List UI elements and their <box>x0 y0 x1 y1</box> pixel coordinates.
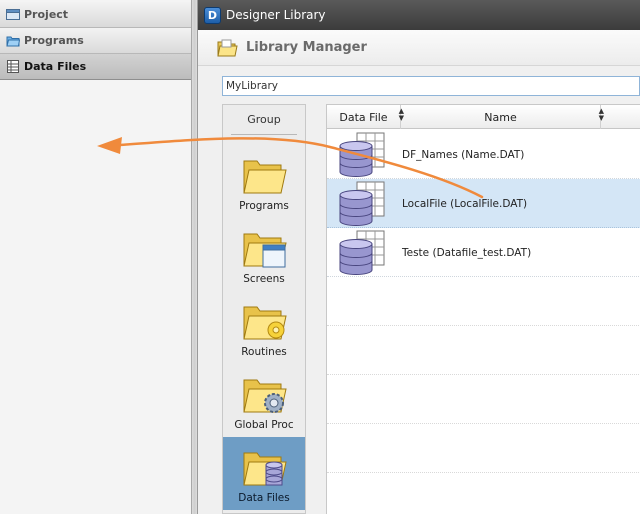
page-header: Library Manager <box>198 30 640 66</box>
programs-folder-icon <box>6 36 20 47</box>
database-icon <box>339 230 385 275</box>
library-name-field[interactable]: MyLibrary <box>222 76 640 96</box>
nav-item-label: Project <box>24 8 69 21</box>
grid-header: Data File ▲ ▼ Name ▲ ▼ <box>327 105 640 129</box>
nav-item-project[interactable]: Project <box>0 2 191 28</box>
group-item-programs[interactable]: Programs <box>223 145 305 218</box>
row-name: Teste (Datafile_test.DAT) <box>402 246 532 259</box>
group-item-screens[interactable]: Screens <box>223 218 305 291</box>
column-header-label: Data File <box>339 110 388 124</box>
column-header-data-file[interactable]: Data File ▲ ▼ <box>327 105 404 129</box>
nav-item-programs[interactable]: Programs <box>0 28 191 54</box>
app-logo-icon: D <box>204 6 221 24</box>
group-header: Group <box>231 105 297 135</box>
column-header-extra[interactable] <box>601 105 640 129</box>
row-name: LocalFile (LocalFile.DAT) <box>402 197 528 210</box>
table-row[interactable]: DF_Names (Name.DAT) <box>327 130 640 179</box>
group-item-routines[interactable]: Routines <box>223 291 305 364</box>
table-row[interactable]: LocalFile (LocalFile.DAT) <box>327 179 640 228</box>
navigation-pane: Project Programs Data Files <box>0 0 192 514</box>
database-icon <box>339 181 385 226</box>
page-title: Library Manager <box>246 40 367 55</box>
group-item-data-files[interactable]: Data Files <box>223 437 305 510</box>
group-item-global-proc[interactable]: Global Proc <box>223 364 305 437</box>
group-panel: Group Programs Screens Routines Global P… <box>222 104 306 514</box>
project-icon <box>6 9 20 20</box>
screen: Project Programs Data Files D Designer L… <box>0 0 640 514</box>
window-titlebar[interactable]: D Designer Library <box>198 0 640 30</box>
group-item-label: Data Files <box>238 492 290 504</box>
empty-row <box>327 277 640 326</box>
nav-item-label: Data Files <box>24 60 87 73</box>
screens-folder-icon <box>243 233 287 268</box>
data-files-icon <box>7 60 19 73</box>
window-title: Designer Library <box>226 8 326 22</box>
empty-row <box>327 326 640 375</box>
empty-row <box>327 375 640 424</box>
column-header-name[interactable]: Name ▲ ▼ <box>401 105 604 129</box>
group-item-label: Programs <box>239 200 289 212</box>
database-icon <box>339 132 385 177</box>
nav-item-label: Programs <box>24 34 84 47</box>
library-folder-icon <box>217 39 238 56</box>
global-proc-folder-icon <box>243 379 287 413</box>
empty-row <box>327 473 640 514</box>
routines-folder-icon <box>243 306 287 340</box>
row-name: DF_Names (Name.DAT) <box>402 148 525 161</box>
data-files-folder-icon <box>243 452 287 486</box>
table-row[interactable]: Teste (Datafile_test.DAT) <box>327 228 640 277</box>
group-item-label: Routines <box>241 346 287 358</box>
nav-item-data-files[interactable]: Data Files <box>0 54 191 80</box>
data-file-grid: Data File ▲ ▼ Name ▲ ▼ DF_Names (Name.DA… <box>326 104 640 514</box>
empty-row <box>327 424 640 473</box>
programs-folder-icon <box>243 160 287 194</box>
column-header-label: Name <box>484 110 517 124</box>
designer-library-window: D Designer Library Library Manager MyLib… <box>198 0 640 514</box>
group-item-label: Global Proc <box>234 419 294 431</box>
group-item-label: Screens <box>243 273 285 285</box>
